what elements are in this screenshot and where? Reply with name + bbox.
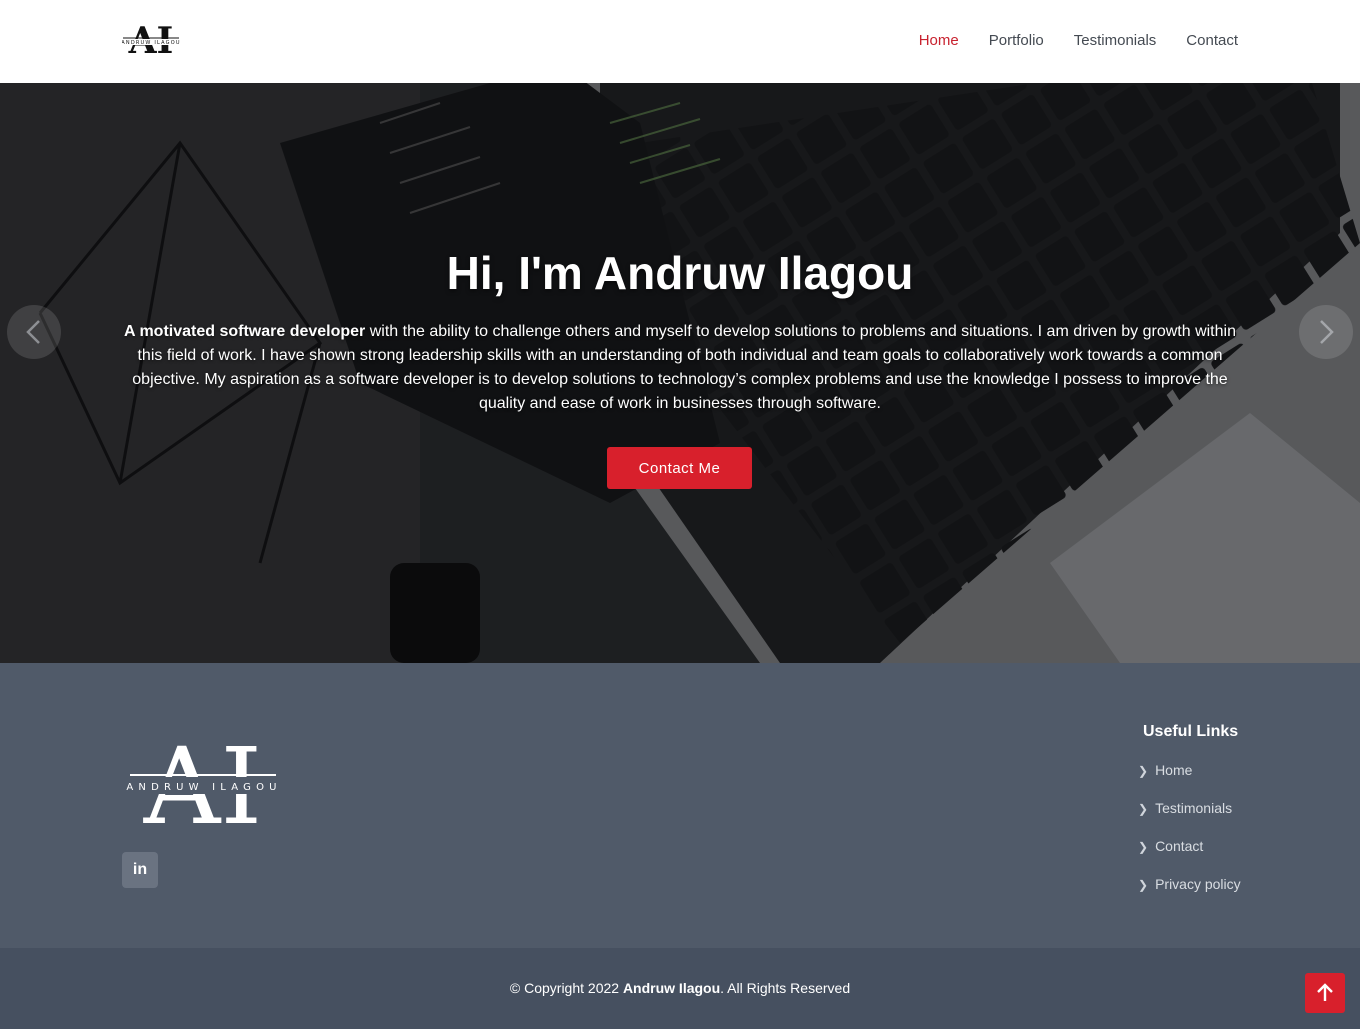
footer-logo: AI ANDRUW ILAGOU xyxy=(124,725,286,829)
linkedin-icon: in xyxy=(132,861,148,878)
logo[interactable]: AI ANDRUW ILAGOU xyxy=(122,21,180,61)
useful-links-list: ❯ Home ❯ Testimonials ❯ Contact ❯ Privacy po… xyxy=(1138,762,1241,914)
chevron-right-icon xyxy=(1320,320,1334,344)
footer-logo-name: ANDRUW ILAGOU xyxy=(126,782,281,793)
useful-links-title: Useful Links xyxy=(1143,723,1239,740)
chevron-left-icon xyxy=(26,320,40,344)
footer-link-contact[interactable]: ❯ Contact xyxy=(1138,838,1241,876)
site-header: AI ANDRUW ILAGOU Home Portfolio Testimon… xyxy=(0,0,1360,83)
carousel-next-button[interactable] xyxy=(1299,305,1353,359)
linkedin-button[interactable]: in xyxy=(122,852,158,888)
hero-title: Hi, I'm Andruw Ilagou xyxy=(446,247,914,299)
copyright-bar: © Copyright 2022 Andruw Ilagou. All Righ… xyxy=(0,948,1360,1029)
footer-link-home[interactable]: ❯ Home xyxy=(1138,762,1241,800)
copyright-text: © Copyright 2022 Andruw Ilagou. All Righ… xyxy=(0,980,1360,996)
nav-home[interactable]: Home xyxy=(919,32,959,49)
chevron-right-icon: ❯ xyxy=(1138,840,1149,854)
copyright-suffix: . All Rights Reserved xyxy=(720,980,851,996)
nav-contact[interactable]: Contact xyxy=(1186,32,1238,49)
nav-testimonials[interactable]: Testimonials xyxy=(1074,32,1157,49)
back-to-top-button[interactable] xyxy=(1305,973,1345,1013)
hero-intro: A motivated software developer with the … xyxy=(120,320,1240,416)
footer: AI ANDRUW ILAGOU in Useful Links ❯Home ❯… xyxy=(0,663,1360,948)
svg-text:ANDRUW ILAGOU: ANDRUW ILAGOU xyxy=(122,40,180,46)
copyright-prefix: © Copyright 2022 xyxy=(509,980,623,996)
carousel-prev-button[interactable] xyxy=(7,305,61,359)
main-nav: Home Portfolio Testimonials Contact xyxy=(919,32,1238,49)
hero-section: Hi, I'm Andruw Ilagou A motivated softwa… xyxy=(0,83,1360,663)
chevron-right-icon: ❯ xyxy=(1138,878,1149,892)
footer-link-privacy[interactable]: ❯ Privacy policy xyxy=(1138,876,1241,914)
contact-me-button[interactable]: Contact Me xyxy=(607,447,752,489)
chevron-right-icon: ❯ xyxy=(1138,764,1149,778)
footer-link-testimonials[interactable]: ❯ Testimonials xyxy=(1138,800,1241,838)
copyright-name: Andruw Ilagou xyxy=(622,980,721,996)
arrow-up-icon xyxy=(1317,983,1333,1001)
hero-intro-bold: A motivated software developer xyxy=(124,323,366,340)
nav-portfolio[interactable]: Portfolio xyxy=(989,32,1044,49)
chevron-right-icon: ❯ xyxy=(1138,802,1149,816)
